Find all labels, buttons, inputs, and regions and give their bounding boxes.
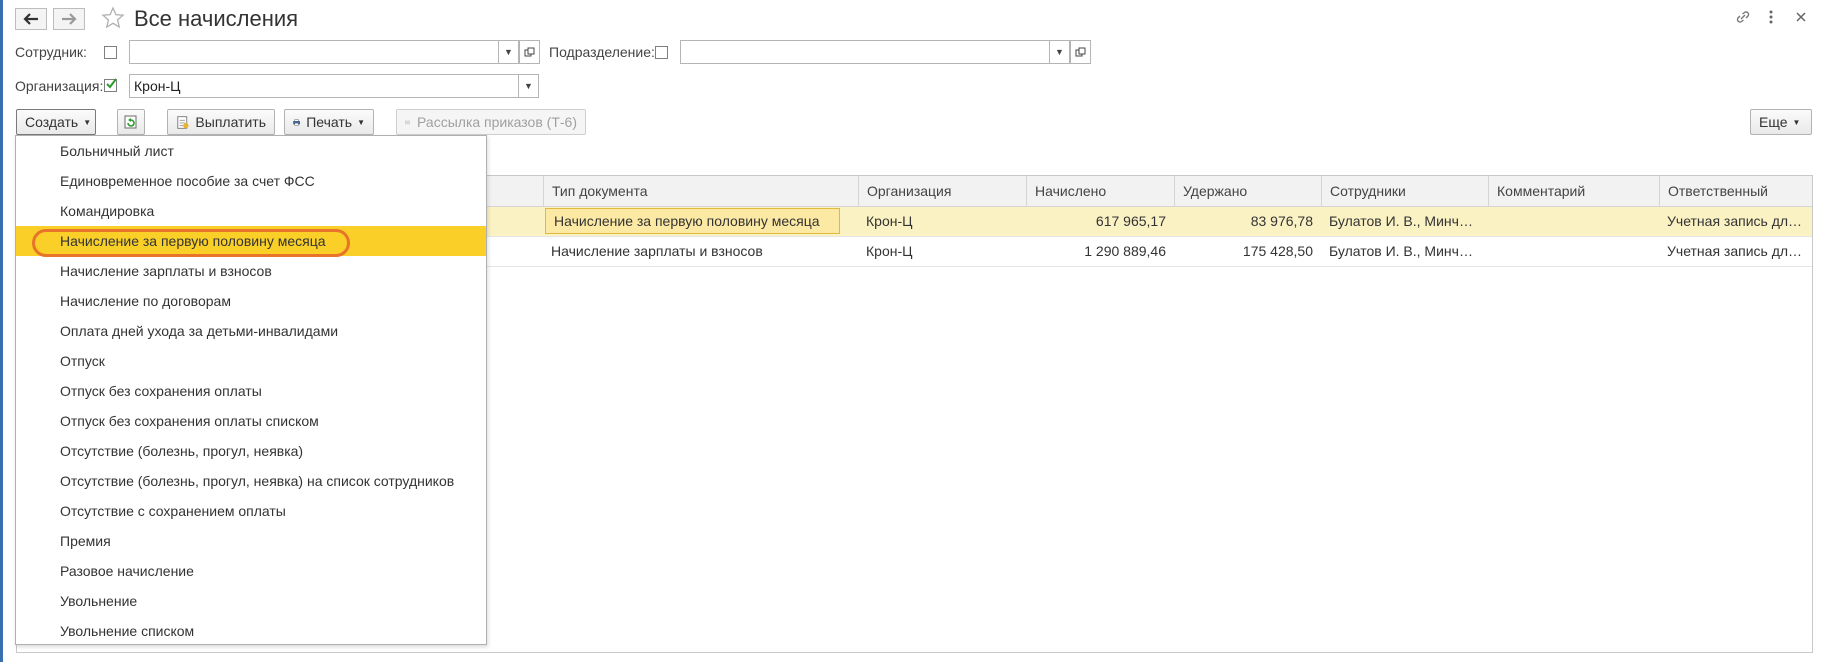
column-header-responsible[interactable]: Ответственный bbox=[1659, 176, 1814, 206]
open-form-icon bbox=[524, 47, 535, 56]
cell-doc-type[interactable]: Начисление зарплаты и взносов bbox=[543, 237, 858, 266]
chevron-down-icon: ▼ bbox=[83, 117, 92, 127]
column-header-employees[interactable]: Сотрудники bbox=[1321, 176, 1488, 206]
more-button[interactable]: Еще ▼ bbox=[1750, 109, 1812, 135]
department-label: Подразделение: bbox=[549, 44, 655, 60]
menu-item[interactable]: Командировка bbox=[16, 196, 486, 226]
menu-item[interactable]: Отсутствие (болезнь, прогул, неявка) на … bbox=[16, 466, 486, 496]
back-button[interactable] bbox=[15, 8, 47, 30]
employee-dropdown-button[interactable]: ▼ bbox=[498, 40, 519, 64]
favorite-star-icon[interactable] bbox=[101, 6, 125, 33]
printer-icon bbox=[293, 118, 300, 126]
cell-doc-type[interactable]: Начисление за первую половину месяца bbox=[545, 208, 840, 234]
create-button[interactable]: Создать ▼ bbox=[16, 109, 96, 135]
organization-filter-checkbox[interactable] bbox=[104, 78, 117, 92]
menu-item[interactable]: Отпуск без сохранения оплаты bbox=[16, 376, 486, 406]
create-button-label: Создать bbox=[25, 114, 79, 130]
chevron-down-icon: ▼ bbox=[1055, 47, 1064, 57]
menu-item[interactable]: Отсутствие с сохранением оплаты bbox=[16, 496, 486, 526]
mailing-orders-button-label: Рассылка приказов (Т-6) bbox=[417, 114, 577, 130]
department-filter-checkbox[interactable] bbox=[655, 46, 668, 59]
menu-item[interactable]: Премия bbox=[16, 526, 486, 556]
envelope-icon bbox=[405, 120, 410, 124]
more-vertical-icon[interactable] bbox=[1766, 8, 1776, 29]
forward-button[interactable] bbox=[53, 8, 85, 30]
menu-item[interactable]: Больничный лист bbox=[16, 136, 486, 166]
cell-organization[interactable]: Крон-Ц bbox=[858, 237, 1026, 266]
cell-withheld[interactable]: 83 976,78 bbox=[1174, 207, 1321, 236]
cell-withheld[interactable]: 175 428,50 bbox=[1174, 237, 1321, 266]
mailing-orders-button[interactable]: Рассылка приказов (Т-6) bbox=[396, 109, 586, 135]
cell-accrued[interactable]: 1 290 889,46 bbox=[1026, 237, 1174, 266]
more-button-label: Еще bbox=[1759, 114, 1788, 130]
employee-filter-checkbox[interactable] bbox=[104, 46, 117, 59]
menu-item[interactable]: Начисление зарплаты и взносов bbox=[16, 256, 486, 286]
cell-employees[interactable]: Булатов И. В., Минчев... bbox=[1321, 237, 1488, 266]
refresh-button[interactable] bbox=[117, 109, 145, 135]
menu-item[interactable]: Начисление по договорам bbox=[16, 286, 486, 316]
employee-label: Сотрудник: bbox=[15, 44, 87, 60]
menu-item[interactable]: Разовое начисление bbox=[16, 556, 486, 586]
department-open-button[interactable] bbox=[1070, 40, 1091, 64]
column-header-organization[interactable]: Организация bbox=[858, 176, 1026, 206]
arrow-right-icon bbox=[62, 13, 77, 25]
menu-item[interactable]: Отпуск bbox=[16, 346, 486, 376]
chevron-down-icon: ▼ bbox=[524, 81, 533, 91]
pay-button-label: Выплатить bbox=[195, 114, 266, 130]
menu-item[interactable]: Увольнение bbox=[16, 586, 486, 616]
page-title: Все начисления bbox=[134, 6, 299, 31]
chevron-down-icon: ▼ bbox=[504, 47, 513, 57]
cell-responsible[interactable]: Учетная запись для ус... bbox=[1659, 237, 1814, 266]
employee-open-button[interactable] bbox=[519, 40, 540, 64]
link-icon[interactable] bbox=[1734, 8, 1752, 29]
column-header-accrued[interactable]: Начислено bbox=[1026, 176, 1174, 206]
organization-label: Организация: bbox=[15, 78, 104, 94]
menu-item[interactable]: Отпуск без сохранения оплаты списком bbox=[16, 406, 486, 436]
cell-accrued[interactable]: 617 965,17 bbox=[1026, 207, 1174, 236]
organization-field[interactable]: Крон-Ц bbox=[129, 74, 519, 98]
organization-dropdown-button[interactable]: ▼ bbox=[518, 74, 539, 98]
department-dropdown-button[interactable]: ▼ bbox=[1049, 40, 1070, 64]
print-button[interactable]: Печать ▼ bbox=[284, 109, 374, 135]
print-button-label: Печать bbox=[306, 114, 353, 130]
open-form-icon bbox=[1075, 47, 1086, 56]
window-edge bbox=[0, 0, 3, 662]
cell-comment[interactable] bbox=[1488, 207, 1659, 236]
checkmark-icon bbox=[106, 78, 117, 89]
annotation-highlight-ring bbox=[32, 229, 350, 257]
employee-field[interactable] bbox=[129, 40, 499, 64]
department-field[interactable] bbox=[680, 40, 1050, 64]
column-header-withheld[interactable]: Удержано bbox=[1174, 176, 1321, 206]
menu-item[interactable]: Увольнение списком bbox=[16, 616, 486, 646]
cell-organization[interactable]: Крон-Ц bbox=[858, 207, 1026, 236]
create-menu: Больничный лист Единовременное пособие з… bbox=[15, 135, 487, 645]
chevron-down-icon: ▼ bbox=[357, 117, 365, 127]
cell-employees[interactable]: Булатов И. В., Минчев... bbox=[1321, 207, 1488, 236]
close-icon[interactable] bbox=[1794, 8, 1808, 29]
cell-comment[interactable] bbox=[1488, 237, 1659, 266]
column-header-doc-type[interactable]: Тип документа bbox=[543, 176, 858, 206]
cell-responsible[interactable]: Учетная запись для ус... bbox=[1659, 207, 1814, 236]
menu-item[interactable]: Отсутствие (болезнь, прогул, неявка) bbox=[16, 436, 486, 466]
refresh-icon bbox=[124, 115, 137, 129]
pay-icon bbox=[177, 115, 189, 129]
menu-item[interactable]: Оплата дней ухода за детьми-инвалидами bbox=[16, 316, 486, 346]
arrow-left-icon bbox=[23, 13, 38, 25]
menu-item[interactable]: Единовременное пособие за счет ФСС bbox=[16, 166, 486, 196]
pay-button[interactable]: Выплатить bbox=[167, 109, 275, 135]
chevron-down-icon: ▼ bbox=[1792, 117, 1801, 127]
column-header-comment[interactable]: Комментарий bbox=[1488, 176, 1659, 206]
